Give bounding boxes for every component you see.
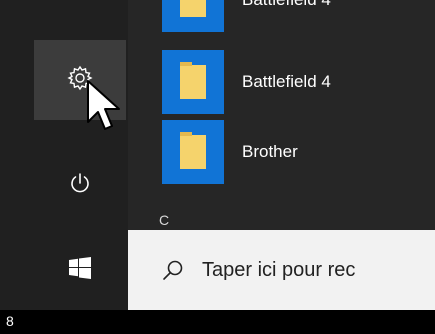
search-placeholder: Taper ici pour rec <box>202 258 356 281</box>
start-button[interactable] <box>34 240 126 300</box>
app-list: Battlefield 4 Battlefield 4 Brother <box>128 0 435 230</box>
app-tile <box>162 50 224 114</box>
windows-logo-icon <box>69 256 91 284</box>
taskbar-bottom: 8 <box>0 310 435 334</box>
app-list-item[interactable]: Battlefield 4 <box>162 0 331 32</box>
app-label: Battlefield 4 <box>242 0 331 10</box>
mouse-cursor-icon <box>87 80 120 130</box>
search-icon <box>160 257 186 283</box>
section-letter[interactable]: C <box>159 212 169 228</box>
app-tile <box>162 0 224 32</box>
power-button[interactable] <box>34 150 126 220</box>
app-list-item-battlefield-4[interactable]: Battlefield 4 <box>162 50 331 114</box>
app-tile <box>162 120 224 184</box>
clock-fragment: 8 <box>6 313 14 329</box>
start-menu-rail <box>0 0 128 310</box>
power-icon <box>68 171 92 200</box>
screen: PCASTUCES <box>0 0 435 334</box>
folder-icon <box>180 62 206 99</box>
taskbar-search-box[interactable]: Taper ici pour rec <box>128 230 435 310</box>
app-label: Brother <box>242 142 298 161</box>
folder-icon <box>180 132 206 169</box>
app-list-item-brother[interactable]: Brother <box>162 120 298 184</box>
folder-icon <box>180 0 206 17</box>
app-label: Battlefield 4 <box>242 72 331 91</box>
